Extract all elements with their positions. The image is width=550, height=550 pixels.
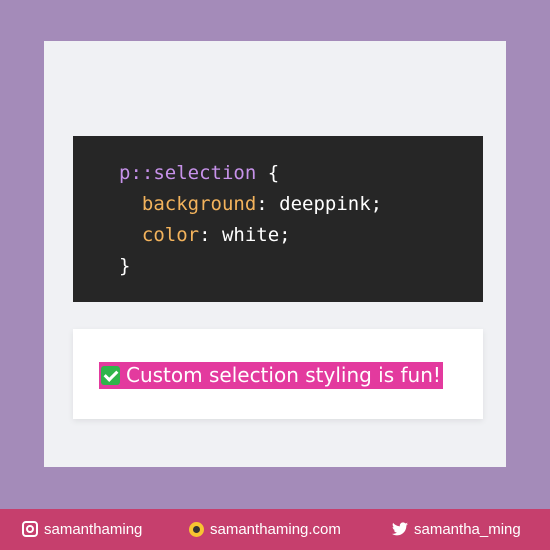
close-brace: } xyxy=(119,255,131,277)
website-link[interactable]: samanthaming.com xyxy=(189,509,341,550)
css-property-background: background xyxy=(141,193,257,215)
check-mark-icon xyxy=(101,366,120,385)
css-selector: p::selection xyxy=(119,162,257,184)
twitter-handle: samantha_ming xyxy=(414,521,521,538)
content-card: p::selection { background: deeppink; col… xyxy=(44,41,506,467)
selected-text[interactable]: Custom selection styling is fun! xyxy=(99,362,443,389)
code-line-3: color: white; xyxy=(119,220,483,251)
selected-text-label: Custom selection styling is fun! xyxy=(126,363,441,387)
code-line-4: } xyxy=(119,251,483,282)
website-logo-icon xyxy=(189,522,204,537)
css-value-background: : deeppink; xyxy=(256,193,383,215)
css-value-color: : white; xyxy=(199,224,291,246)
twitter-link[interactable]: samantha_ming xyxy=(392,509,521,550)
code-line-2: background: deeppink; xyxy=(119,189,483,220)
instagram-icon xyxy=(22,521,38,537)
instagram-link[interactable]: samanthaming xyxy=(22,509,142,550)
twitter-icon xyxy=(392,522,408,536)
open-brace: { xyxy=(256,162,280,184)
preview-panel: Custom selection styling is fun! xyxy=(73,329,483,419)
instagram-handle: samanthaming xyxy=(44,521,143,538)
css-property-color: color xyxy=(141,224,200,246)
code-block: p::selection { background: deeppink; col… xyxy=(73,136,483,302)
code-line-1: p::selection { xyxy=(119,158,483,189)
website-url: samanthaming.com xyxy=(210,521,341,538)
footer-bar: samanthaming samanthaming.com samantha_m… xyxy=(0,509,550,550)
